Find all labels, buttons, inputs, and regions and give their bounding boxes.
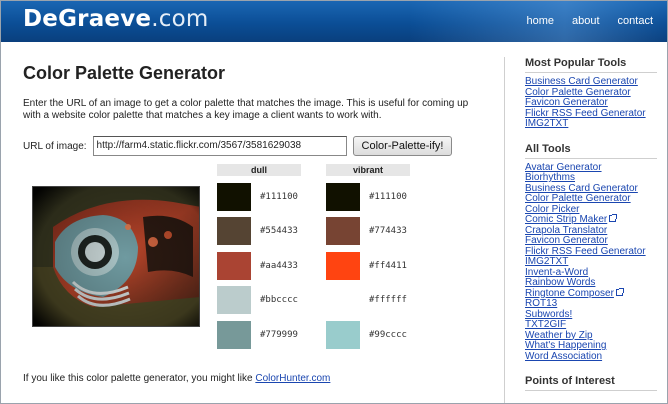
vibrant-swatch (326, 183, 360, 211)
vibrant-column-header: vibrant (326, 164, 410, 176)
intro-text: Enter the URL of an image to get a color… (23, 98, 469, 121)
tool-link[interactable]: Color Palette Generator (525, 193, 631, 204)
nav-contact-link[interactable]: contact (618, 15, 653, 27)
all-tools-list: Avatar Generator Biorhythms Business Card … (525, 162, 667, 363)
top-nav: home about contact (526, 15, 653, 27)
external-link-icon (615, 287, 624, 296)
all-tools-heading: All Tools (525, 143, 657, 159)
popular-tool-link[interactable]: Color Palette Generator (525, 87, 631, 98)
tool-link[interactable]: Comic Strip Maker (525, 214, 607, 225)
logo-suffix: .com (151, 6, 209, 32)
dull-hex-label: #779999 (260, 330, 298, 340)
nav-about-link[interactable]: about (572, 15, 600, 27)
site-logo[interactable]: DeGraeve.com (23, 6, 208, 32)
popular-tool-link[interactable]: Favicon Generator (525, 97, 608, 108)
tool-link[interactable]: Rainbow Words (525, 277, 595, 288)
tool-link[interactable]: IMG2TXT (525, 256, 568, 267)
tool-link[interactable]: Favicon Generator (525, 235, 608, 246)
url-label: URL of image: (23, 140, 87, 152)
dull-swatch (217, 321, 251, 349)
browser-frame: DeGraeve.com home about contact Color Pa… (0, 0, 668, 404)
popular-tool-link[interactable]: Business Card Generator (525, 76, 638, 87)
nav-home-link[interactable]: home (526, 15, 554, 27)
tool-link[interactable]: Subwords! (525, 309, 572, 320)
tool-link[interactable]: Ringtone Composer (525, 288, 614, 299)
vibrant-swatch (326, 252, 360, 280)
most-popular-heading: Most Popular Tools (525, 57, 657, 73)
dull-hex-label: #aa4433 (260, 261, 298, 271)
tool-link[interactable]: Biorhythms (525, 172, 575, 183)
tool-link[interactable]: Business Card Generator (525, 183, 638, 194)
vibrant-hex-label: #ffffff (369, 295, 407, 305)
tool-item: Word Association (525, 351, 667, 363)
vibrant-hex-label: #774433 (369, 226, 407, 236)
dull-swatch (217, 252, 251, 280)
footer-note: If you like this color palette generator… (23, 373, 330, 384)
popular-tool-link[interactable]: IMG2TXT (525, 118, 568, 129)
dull-column-header: dull (217, 164, 301, 176)
vibrant-swatch (326, 217, 360, 245)
popular-tool-link[interactable]: Flickr RSS Feed Generator (525, 108, 646, 119)
popular-tool-item: IMG2TXT (525, 118, 667, 130)
site-header: DeGraeve.com home about contact (1, 1, 667, 42)
tool-link[interactable]: Invent-a-Word (525, 267, 588, 278)
dull-hex-label: #554433 (260, 226, 298, 236)
tool-link[interactable]: Flickr RSS Feed Generator (525, 246, 646, 257)
vibrant-hex-label: #ff4411 (369, 261, 407, 271)
sidebar: Most Popular Tools Business Card Generat… (504, 57, 667, 403)
page-title: Color Palette Generator (23, 63, 226, 83)
tool-link[interactable]: Crapola Translator (525, 225, 607, 236)
vibrant-swatch (326, 286, 360, 314)
color-paletteify-button[interactable]: Color-Palette-ify! (352, 136, 453, 156)
dull-swatch (217, 183, 251, 211)
source-photo (32, 186, 200, 327)
logo-main: DeGraeve (23, 6, 152, 32)
footer-text: If you like this color palette generator… (23, 373, 256, 384)
vibrant-swatch (326, 321, 360, 349)
tool-link[interactable]: Word Association (525, 351, 602, 362)
points-of-interest-heading: Points of Interest (525, 375, 657, 391)
tool-link[interactable]: ROT13 (525, 298, 557, 309)
main-content: Color Palette Generator Enter the URL of… (23, 63, 493, 156)
dull-swatch (217, 286, 251, 314)
dull-swatch (217, 217, 251, 245)
external-link-icon (609, 214, 618, 222)
dull-hex-label: #bbcccc (260, 295, 298, 305)
tool-link[interactable]: Weather by Zip (525, 330, 593, 341)
tool-link[interactable]: TXT2GIF (525, 319, 566, 330)
colorhunter-link[interactable]: ColorHunter.com (255, 373, 330, 384)
tool-link[interactable]: What's Happening (525, 340, 606, 351)
url-form: URL of image: http://farm4.static.flickr… (23, 136, 493, 156)
tool-link[interactable]: Avatar Generator (525, 162, 602, 173)
tool-link[interactable]: Color Picker (525, 204, 579, 215)
vibrant-hex-label: #99cccc (369, 330, 407, 340)
dull-hex-label: #111100 (260, 192, 298, 202)
vibrant-hex-label: #111100 (369, 192, 407, 202)
most-popular-list: Business Card Generator Color Palette Gen… (525, 76, 667, 130)
url-input[interactable]: http://farm4.static.flickr.com/3567/3581… (92, 136, 347, 156)
